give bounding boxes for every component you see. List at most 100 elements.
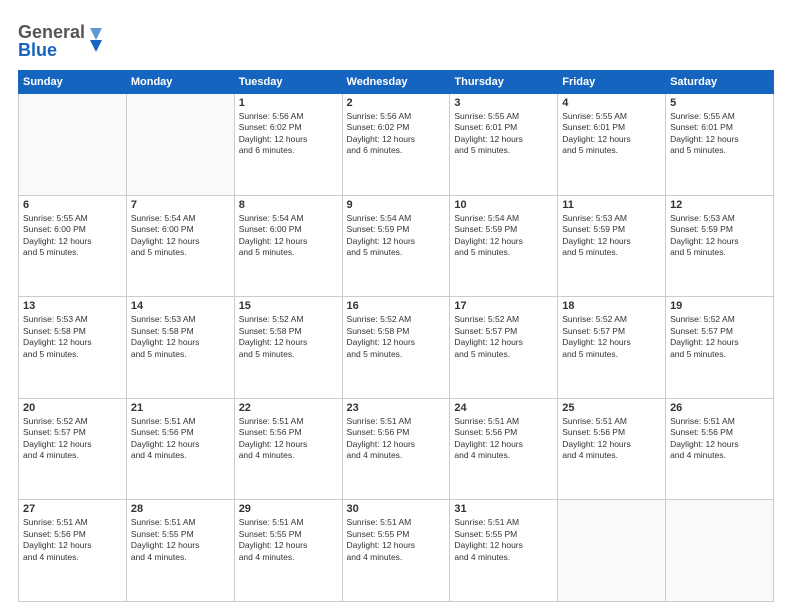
svg-text:General: General — [18, 22, 85, 42]
day-number: 29 — [239, 503, 338, 515]
day-number: 8 — [239, 199, 338, 211]
day-number: 11 — [562, 199, 661, 211]
calendar-cell: 29 Sunrise: 5:51 AMSunset: 5:55 PMDayligh… — [234, 500, 342, 602]
day-header-friday: Friday — [558, 71, 666, 94]
calendar-cell — [19, 94, 127, 196]
cell-content: Sunrise: 5:54 AMSunset: 5:59 PMDaylight:… — [347, 213, 446, 259]
cell-content: Sunrise: 5:51 AMSunset: 5:56 PMDaylight:… — [239, 416, 338, 462]
calendar-cell: 18 Sunrise: 5:52 AMSunset: 5:57 PMDayligh… — [558, 297, 666, 399]
week-row-1: 6 Sunrise: 5:55 AMSunset: 6:00 PMDaylight… — [19, 195, 774, 297]
day-header-sunday: Sunday — [19, 71, 127, 94]
calendar-cell: 17 Sunrise: 5:52 AMSunset: 5:57 PMDayligh… — [450, 297, 558, 399]
calendar-cell: 28 Sunrise: 5:51 AMSunset: 5:55 PMDayligh… — [126, 500, 234, 602]
calendar-cell: 12Sunrise: 5:53 AMSunset: 5:59 PMDayligh… — [666, 195, 774, 297]
cell-content: Sunrise: 5:55 AMSunset: 6:00 PMDaylight:… — [23, 213, 122, 259]
cell-content: Sunrise: 5:55 AMSunset: 6:01 PMDaylight:… — [670, 111, 769, 157]
day-number: 23 — [347, 402, 446, 414]
day-number: 19 — [670, 300, 769, 312]
day-number: 17 — [454, 300, 553, 312]
calendar-table: SundayMondayTuesdayWednesdayThursdayFrid… — [18, 70, 774, 602]
day-number: 7 — [131, 199, 230, 211]
calendar-cell: 3Sunrise: 5:55 AMSunset: 6:01 PMDaylight… — [450, 94, 558, 196]
day-number: 2 — [347, 97, 446, 109]
day-number: 18 — [562, 300, 661, 312]
day-header-thursday: Thursday — [450, 71, 558, 94]
cell-content: Sunrise: 5:52 AMSunset: 5:58 PMDaylight:… — [347, 314, 446, 360]
cell-content: Sunrise: 5:55 AMSunset: 6:01 PMDaylight:… — [562, 111, 661, 157]
cell-content: Sunrise: 5:51 AMSunset: 5:55 PMDaylight:… — [131, 517, 230, 563]
calendar-cell: 27 Sunrise: 5:51 AMSunset: 5:56 PMDayligh… — [19, 500, 127, 602]
cell-content: Sunrise: 5:52 AMSunset: 5:57 PMDaylight:… — [670, 314, 769, 360]
logo-svg: General Blue — [18, 18, 108, 62]
calendar-cell — [666, 500, 774, 602]
day-header-monday: Monday — [126, 71, 234, 94]
calendar-cell: 9Sunrise: 5:54 AMSunset: 5:59 PMDaylight… — [342, 195, 450, 297]
day-number: 24 — [454, 402, 553, 414]
day-number: 30 — [347, 503, 446, 515]
header: General Blue — [18, 18, 774, 62]
day-number: 21 — [131, 402, 230, 414]
day-number: 1 — [239, 97, 338, 109]
calendar-cell — [126, 94, 234, 196]
cell-content: Sunrise: 5:51 AMSunset: 5:56 PMDaylight:… — [23, 517, 122, 563]
calendar-cell: 6 Sunrise: 5:55 AMSunset: 6:00 PMDaylight… — [19, 195, 127, 297]
calendar-cell: 7 Sunrise: 5:54 AMSunset: 6:00 PMDaylight… — [126, 195, 234, 297]
calendar-cell: 15Sunrise: 5:52 AMSunset: 5:58 PMDayligh… — [234, 297, 342, 399]
week-row-2: 13 Sunrise: 5:53 AMSunset: 5:58 PMDayligh… — [19, 297, 774, 399]
calendar-cell: 2 Sunrise: 5:56 AMSunset: 6:02 PMDaylight… — [342, 94, 450, 196]
calendar-cell: 19 Sunrise: 5:52 AMSunset: 5:57 PMDayligh… — [666, 297, 774, 399]
day-number: 12 — [670, 199, 769, 211]
cell-content: Sunrise: 5:51 AMSunset: 5:55 PMDaylight:… — [347, 517, 446, 563]
cell-content: Sunrise: 5:56 AMSunset: 6:02 PMDaylight:… — [239, 111, 338, 157]
calendar-cell: 22 Sunrise: 5:51 AMSunset: 5:56 PMDayligh… — [234, 398, 342, 500]
calendar-cell: 5 Sunrise: 5:55 AMSunset: 6:01 PMDaylight… — [666, 94, 774, 196]
day-header-wednesday: Wednesday — [342, 71, 450, 94]
cell-content: Sunrise: 5:51 AMSunset: 5:56 PMDaylight:… — [670, 416, 769, 462]
calendar-cell: 30 Sunrise: 5:51 AMSunset: 5:55 PMDayligh… — [342, 500, 450, 602]
calendar-cell: 1 Sunrise: 5:56 AMSunset: 6:02 PMDaylight… — [234, 94, 342, 196]
calendar-cell: 24 Sunrise: 5:51 AMSunset: 5:56 PMDayligh… — [450, 398, 558, 500]
day-number: 13 — [23, 300, 122, 312]
calendar-cell: 25 Sunrise: 5:51 AMSunset: 5:56 PMDayligh… — [558, 398, 666, 500]
calendar-cell: 4Sunrise: 5:55 AMSunset: 6:01 PMDaylight… — [558, 94, 666, 196]
cell-content: Sunrise: 5:54 AMSunset: 5:59 PMDaylight:… — [454, 213, 553, 259]
svg-text:Blue: Blue — [18, 40, 57, 60]
cell-content: Sunrise: 5:51 AMSunset: 5:55 PMDaylight:… — [239, 517, 338, 563]
week-row-4: 27 Sunrise: 5:51 AMSunset: 5:56 PMDayligh… — [19, 500, 774, 602]
day-number: 27 — [23, 503, 122, 515]
logo-image: General Blue — [18, 18, 108, 62]
cell-content: Sunrise: 5:55 AMSunset: 6:01 PMDaylight:… — [454, 111, 553, 157]
cell-content: Sunrise: 5:51 AMSunset: 5:55 PMDaylight:… — [454, 517, 553, 563]
calendar-cell: 26Sunrise: 5:51 AMSunset: 5:56 PMDayligh… — [666, 398, 774, 500]
cell-content: Sunrise: 5:51 AMSunset: 5:56 PMDaylight:… — [454, 416, 553, 462]
cell-content: Sunrise: 5:51 AMSunset: 5:56 PMDaylight:… — [131, 416, 230, 462]
day-number: 22 — [239, 402, 338, 414]
day-number: 5 — [670, 97, 769, 109]
logo: General Blue — [18, 18, 108, 62]
calendar-cell: 10Sunrise: 5:54 AMSunset: 5:59 PMDayligh… — [450, 195, 558, 297]
calendar-cell: 14Sunrise: 5:53 AMSunset: 5:58 PMDayligh… — [126, 297, 234, 399]
day-number: 31 — [454, 503, 553, 515]
cell-content: Sunrise: 5:52 AMSunset: 5:58 PMDaylight:… — [239, 314, 338, 360]
day-number: 28 — [131, 503, 230, 515]
day-number: 6 — [23, 199, 122, 211]
day-header-tuesday: Tuesday — [234, 71, 342, 94]
calendar-cell: 13Sunrise: 5:53 AMSunset: 5:58 PMDayligh… — [19, 297, 127, 399]
cell-content: Sunrise: 5:51 AMSunset: 5:56 PMDaylight:… — [562, 416, 661, 462]
cell-content: Sunrise: 5:56 AMSunset: 6:02 PMDaylight:… — [347, 111, 446, 157]
cell-content: Sunrise: 5:51 AMSunset: 5:56 PMDaylight:… — [347, 416, 446, 462]
calendar-cell: 20 Sunrise: 5:52 AMSunset: 5:57 PMDayligh… — [19, 398, 127, 500]
day-number: 20 — [23, 402, 122, 414]
cell-content: Sunrise: 5:54 AMSunset: 6:00 PMDaylight:… — [131, 213, 230, 259]
cell-content: Sunrise: 5:53 AMSunset: 5:59 PMDaylight:… — [562, 213, 661, 259]
calendar-cell: 8Sunrise: 5:54 AMSunset: 6:00 PMDaylight… — [234, 195, 342, 297]
cell-content: Sunrise: 5:52 AMSunset: 5:57 PMDaylight:… — [454, 314, 553, 360]
calendar-cell — [558, 500, 666, 602]
cell-content: Sunrise: 5:52 AMSunset: 5:57 PMDaylight:… — [23, 416, 122, 462]
calendar-cell: 11 Sunrise: 5:53 AMSunset: 5:59 PMDayligh… — [558, 195, 666, 297]
day-number: 25 — [562, 402, 661, 414]
cell-content: Sunrise: 5:52 AMSunset: 5:57 PMDaylight:… — [562, 314, 661, 360]
cell-content: Sunrise: 5:53 AMSunset: 5:58 PMDaylight:… — [131, 314, 230, 360]
day-header-saturday: Saturday — [666, 71, 774, 94]
day-number: 16 — [347, 300, 446, 312]
